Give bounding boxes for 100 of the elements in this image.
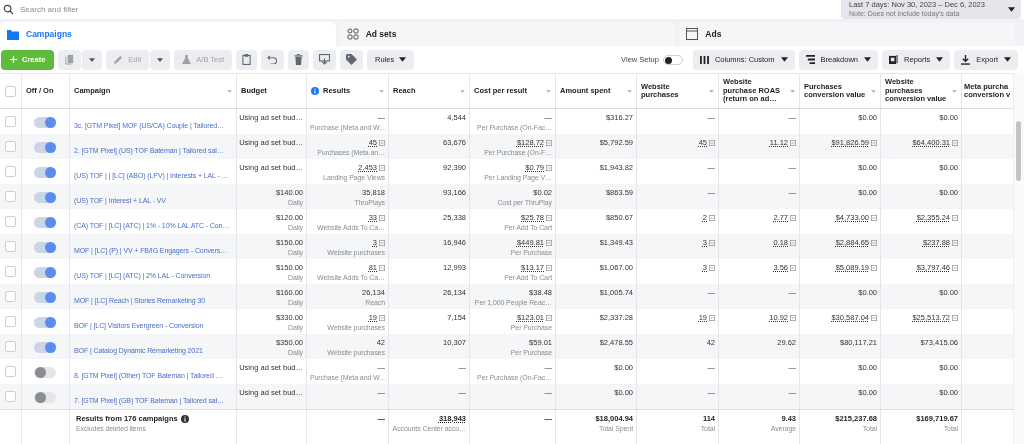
tag-icon <box>346 54 358 65</box>
dropdown-button[interactable] <box>82 49 103 70</box>
delete-button[interactable] <box>288 49 310 70</box>
tab[interactable]: Ad sets <box>339 22 676 46</box>
tab[interactable]: Ads <box>679 22 1015 46</box>
plus-icon <box>10 56 17 63</box>
search-input[interactable]: Search and filter <box>20 2 835 17</box>
caret-icon <box>89 57 96 62</box>
compare-icon[interactable] <box>952 139 958 146</box>
sort-caret-icon[interactable] <box>790 89 795 93</box>
compare-icon[interactable] <box>790 239 796 246</box>
compare-icon[interactable] <box>871 139 877 146</box>
toggle-switch[interactable] <box>34 392 56 403</box>
compare-icon[interactable] <box>546 139 552 146</box>
compare-icon[interactable] <box>952 314 958 321</box>
checkbox[interactable] <box>5 391 16 402</box>
toggle-switch[interactable] <box>34 217 56 228</box>
sort-caret-icon[interactable] <box>627 89 632 93</box>
compare-icon[interactable] <box>709 264 715 271</box>
compare-icon[interactable] <box>871 239 877 246</box>
compare-icon[interactable] <box>871 264 877 271</box>
compare-icon[interactable] <box>379 164 385 171</box>
sort-caret-icon[interactable] <box>379 89 384 93</box>
preview-button[interactable] <box>313 49 337 70</box>
compare-icon[interactable] <box>709 314 715 321</box>
compare-icon[interactable] <box>379 264 385 271</box>
caret-icon <box>936 57 944 62</box>
caret-icon <box>864 57 872 62</box>
report-icon <box>889 55 899 64</box>
compare-icon[interactable] <box>546 214 552 221</box>
undo-button[interactable] <box>261 49 285 70</box>
compare-icon[interactable] <box>546 314 552 321</box>
folder-icon <box>7 28 19 40</box>
compare-icon[interactable] <box>790 314 796 321</box>
compare-icon[interactable] <box>709 214 715 221</box>
compare-icon[interactable] <box>790 214 796 221</box>
caret-icon <box>157 57 164 62</box>
trash-icon <box>294 54 304 65</box>
toggle-switch[interactable] <box>34 367 56 378</box>
compare-icon[interactable] <box>379 139 385 146</box>
select-all-checkbox[interactable] <box>5 85 16 97</box>
checkbox[interactable] <box>5 316 16 327</box>
info-icon <box>311 87 319 95</box>
compare-icon[interactable] <box>546 264 552 271</box>
view-setup-toggle[interactable] <box>662 54 683 65</box>
sort-caret-icon[interactable] <box>460 89 465 93</box>
compare-icon[interactable] <box>871 314 877 321</box>
compare-icon[interactable] <box>546 239 552 246</box>
info-icon <box>180 414 189 423</box>
clipboard-button[interactable] <box>236 49 258 70</box>
checkbox[interactable] <box>5 341 16 352</box>
toggle-switch[interactable] <box>34 192 56 203</box>
compare-icon[interactable] <box>379 314 385 321</box>
sort-caret-icon[interactable] <box>871 89 876 93</box>
toggle-switch[interactable] <box>34 242 56 253</box>
compare-icon[interactable] <box>709 139 715 146</box>
toggle-switch[interactable] <box>34 117 56 128</box>
toggle-switch[interactable] <box>34 292 56 303</box>
sort-caret-icon[interactable] <box>709 89 714 93</box>
sort-caret-icon[interactable] <box>952 89 957 93</box>
scrollbar[interactable] <box>1013 73 1024 444</box>
checkbox[interactable] <box>5 116 16 127</box>
toggle-switch[interactable] <box>34 267 56 278</box>
sort-caret-icon[interactable] <box>227 89 232 93</box>
caret-icon <box>1008 7 1015 12</box>
toggle-switch[interactable] <box>34 167 56 178</box>
tab[interactable]: Campaigns <box>0 22 336 46</box>
duplicate-icon <box>64 54 76 65</box>
compare-icon[interactable] <box>952 214 958 221</box>
sort-caret-icon[interactable] <box>546 89 551 93</box>
caret-icon <box>780 57 788 62</box>
checkbox[interactable] <box>5 291 16 302</box>
flask-icon <box>182 55 192 64</box>
checkbox[interactable] <box>5 191 16 202</box>
checkbox[interactable] <box>5 166 16 177</box>
compare-icon[interactable] <box>790 264 796 271</box>
checkbox[interactable] <box>5 266 16 277</box>
pencil-icon <box>114 55 124 64</box>
clipboard-icon <box>242 54 252 65</box>
compare-icon[interactable] <box>790 139 796 146</box>
compare-icon[interactable] <box>871 214 877 221</box>
dropdown-button[interactable] <box>150 49 171 70</box>
grid-icon <box>346 28 359 40</box>
checkbox[interactable] <box>5 241 16 252</box>
preview-icon <box>319 54 331 65</box>
compare-icon[interactable] <box>952 264 958 271</box>
toggle-switch[interactable] <box>34 342 56 353</box>
compare-icon[interactable] <box>379 214 385 221</box>
checkbox[interactable] <box>5 216 16 227</box>
tag-button[interactable] <box>340 49 364 70</box>
toggle-switch[interactable] <box>34 317 56 328</box>
checkbox[interactable] <box>5 141 16 152</box>
compare-icon[interactable] <box>952 239 958 246</box>
download-icon <box>961 54 971 65</box>
compare-icon[interactable] <box>709 239 715 246</box>
compare-icon[interactable] <box>379 239 385 246</box>
toggle-switch[interactable] <box>34 142 56 153</box>
checkbox[interactable] <box>5 366 16 377</box>
compare-icon[interactable] <box>546 164 552 171</box>
caret-icon <box>399 57 407 62</box>
